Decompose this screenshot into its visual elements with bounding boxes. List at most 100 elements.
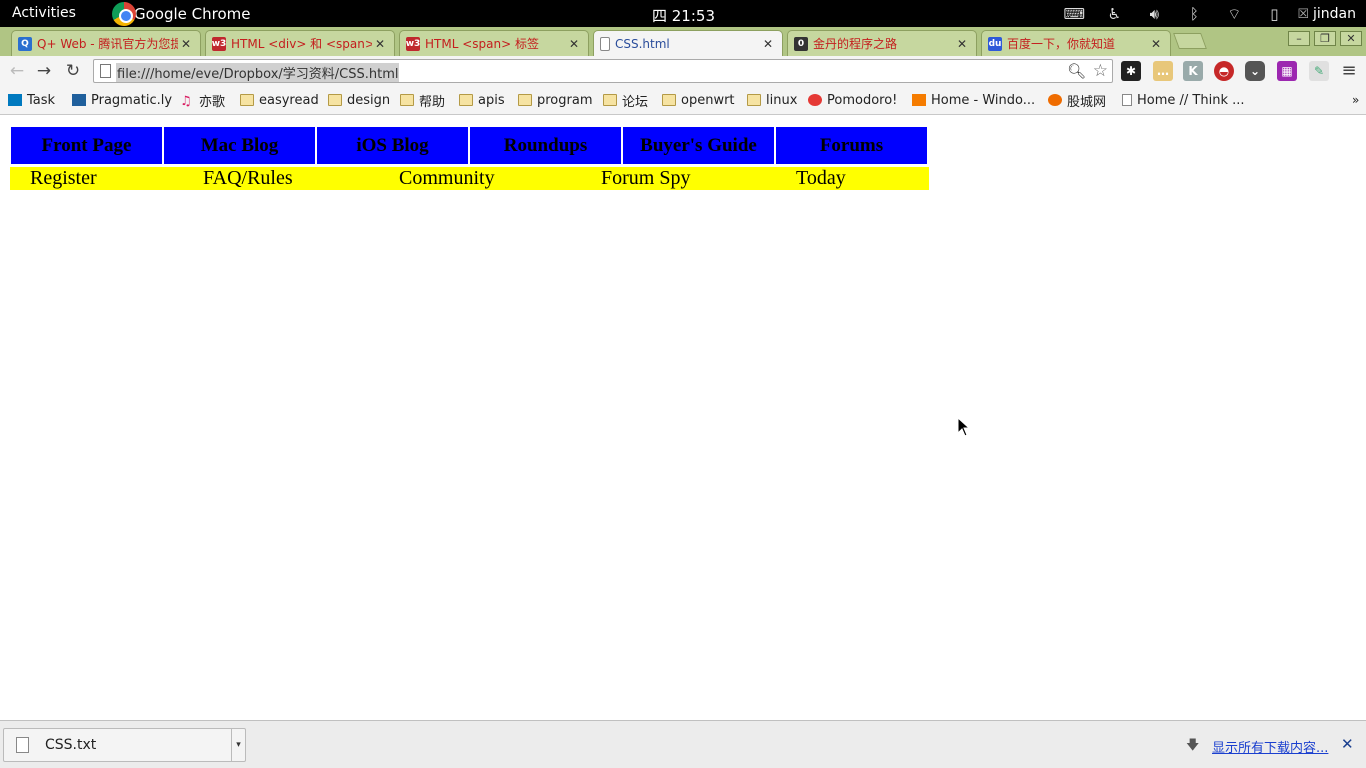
tab-title: 金丹的程序之路 — [813, 37, 898, 51]
folder-icon — [240, 94, 254, 106]
wifi-icon[interactable]: ⌔ — [1223, 4, 1245, 24]
tab-html-div-span[interactable]: w3 HTML <div> 和 <span> ✕ — [205, 30, 395, 56]
pragmatic-icon — [72, 94, 86, 106]
close-tab-icon[interactable]: ✕ — [954, 37, 970, 51]
nav-buyers-guide[interactable]: Buyer's Guide — [622, 126, 775, 165]
volume-icon[interactable]: 🔊︎ — [1143, 4, 1165, 24]
close-tab-icon[interactable]: ✕ — [760, 37, 776, 51]
nav-roundups[interactable]: Roundups — [469, 126, 622, 165]
url-text[interactable]: file:///home/eve/Dropbox/学习资料/CSS.html — [116, 63, 400, 82]
bookmark-label: linux — [766, 92, 798, 108]
close-tab-icon[interactable]: ✕ — [566, 37, 582, 51]
user-menu[interactable]: ☒ jindan — [1297, 6, 1356, 22]
keyboard-icon[interactable]: ⌨ — [1063, 4, 1086, 24]
extension-couch-icon[interactable]: ◓ — [1214, 61, 1234, 81]
bookmark-task[interactable]: Task — [8, 91, 55, 109]
bookmark-label: design — [347, 92, 391, 108]
extension-k-icon[interactable]: K — [1183, 61, 1203, 81]
bookmark-label: apis — [478, 92, 505, 108]
system-top-bar: Activities Google Chrome 四 21:53 ⌨ ♿ 🔊︎ … — [0, 0, 1366, 27]
bookmark-star-icon[interactable]: ☆ — [1093, 61, 1108, 81]
close-tab-icon[interactable]: ✕ — [178, 37, 194, 51]
subnav-forum-spy[interactable]: Forum Spy — [601, 167, 690, 190]
bookmark-gucheng[interactable]: 股城网 — [1048, 91, 1106, 110]
tab-strip: Q Q+ Web - 腾讯官方为您提供 ✕ w3 HTML <div> 和 <s… — [0, 27, 1366, 56]
folder-icon — [459, 94, 473, 106]
bookmark-label: 论坛 — [622, 94, 649, 110]
bookmark-folder-easyread[interactable]: easyread — [240, 91, 319, 109]
page-icon — [100, 64, 111, 78]
subnav-register[interactable]: Register — [30, 167, 97, 190]
nav-ios-blog[interactable]: iOS Blog — [316, 126, 469, 165]
close-window-button[interactable]: ✕ — [1340, 31, 1362, 46]
bookmark-folder-openwrt[interactable]: openwrt — [662, 91, 735, 109]
extension-asterisk-icon[interactable]: ✱ — [1121, 61, 1141, 81]
bookmark-folder-help[interactable]: 帮助 — [400, 91, 445, 110]
tab-html-span-tag[interactable]: w3 HTML <span> 标签 ✕ — [399, 30, 589, 56]
download-item[interactable]: CSS.txt ▾ — [3, 728, 246, 762]
address-bar[interactable]: file:///home/eve/Dropbox/学习资料/CSS.html 🔍… — [93, 59, 1113, 83]
new-tab-button[interactable] — [1173, 33, 1207, 49]
extension-note-icon[interactable]: … — [1153, 61, 1173, 81]
chrome-menu-icon[interactable]: ≡ — [1340, 61, 1358, 81]
tab-baidu[interactable]: du 百度一下，你就知道 ✕ — [981, 30, 1171, 56]
bookmark-folder-design[interactable]: design — [328, 91, 390, 109]
bookmark-pomodoro[interactable]: Pomodoro! — [808, 91, 897, 109]
subnav-community[interactable]: Community — [399, 167, 495, 190]
close-tab-icon[interactable]: ✕ — [1148, 37, 1164, 51]
bookmark-think[interactable]: Home // Think ... — [1122, 91, 1245, 109]
activities-button[interactable]: Activities — [12, 5, 76, 21]
show-all-downloads-link[interactable]: 显示所有下载内容... — [1212, 737, 1328, 756]
bookmark-folder-linux[interactable]: linux — [747, 91, 797, 109]
folder-icon — [400, 94, 414, 106]
extension-pocket-icon[interactable]: ⌄ — [1245, 61, 1265, 81]
nav-mac-blog[interactable]: Mac Blog — [163, 126, 316, 165]
subnav-today[interactable]: Today — [796, 167, 846, 190]
bookmark-pragmatic[interactable]: Pragmatic.ly — [72, 91, 172, 109]
extension-grid-icon[interactable]: ▦ — [1277, 61, 1297, 81]
bookmark-folder-program[interactable]: program — [518, 91, 593, 109]
bookmark-folder-apis[interactable]: apis — [459, 91, 505, 109]
tab-title: HTML <span> 标签 — [425, 37, 539, 51]
subnav-faq-rules[interactable]: FAQ/Rules — [203, 167, 293, 190]
tab-qq-web[interactable]: Q Q+ Web - 腾讯官方为您提供 ✕ — [11, 30, 201, 56]
bookmark-folder-forum[interactable]: 论坛 — [603, 91, 649, 110]
nav-forums[interactable]: Forums — [775, 126, 928, 165]
folder-icon — [662, 94, 676, 106]
minimize-button[interactable]: – — [1288, 31, 1310, 46]
tab-title: Q+ Web - 腾讯官方为您提供 — [37, 37, 178, 51]
chrome-logo-icon — [112, 2, 136, 26]
page-icon — [1122, 94, 1132, 106]
page-content: Front Page Mac Blog iOS Blog Roundups Bu… — [0, 116, 1366, 720]
bluetooth-icon[interactable]: ᛒ — [1183, 4, 1205, 24]
reload-button[interactable]: ↻ — [62, 60, 84, 82]
nav-front-page[interactable]: Front Page — [10, 126, 163, 165]
download-menu-chevron-icon[interactable]: ▾ — [231, 728, 245, 762]
user-status-icon: ☒ — [1297, 6, 1309, 22]
maximize-button[interactable]: ❐ — [1314, 31, 1336, 46]
bookmark-label: Pomodoro! — [827, 92, 898, 108]
extension-pen-icon[interactable]: ✎ — [1309, 61, 1329, 81]
bookmarks-bar: Task Pragmatic.ly ♫ 亦歌 easyread design 帮助… — [0, 86, 1366, 115]
trello-icon — [8, 94, 22, 106]
system-tray: ⌨ ♿ 🔊︎ ᛒ ⌔ ▯ ☒ jindan — [1045, 3, 1356, 25]
zoom-icon[interactable]: 🔍︎ — [1067, 62, 1086, 80]
swirl-icon — [1048, 94, 1062, 106]
bookmark-home-windows[interactable]: Home - Windo... — [912, 91, 1035, 109]
stack-icon — [912, 94, 926, 106]
close-shelf-icon[interactable]: ✕ — [1341, 735, 1354, 753]
close-tab-icon[interactable]: ✕ — [372, 37, 388, 51]
back-button[interactable]: ← — [6, 60, 28, 82]
tab-title: CSS.html — [615, 36, 670, 51]
clock[interactable]: 四 21:53 — [652, 5, 715, 26]
user-name: jindan — [1313, 6, 1356, 22]
bookmark-label: program — [537, 92, 593, 108]
bookmark-yige[interactable]: ♫ 亦歌 — [180, 91, 225, 110]
app-menu[interactable]: Google Chrome — [112, 2, 251, 26]
accessibility-icon[interactable]: ♿ — [1103, 4, 1125, 24]
battery-icon[interactable]: ▯ — [1263, 4, 1285, 24]
tab-jindan-blog[interactable]: 0 金丹的程序之路 ✕ — [787, 30, 977, 56]
forward-button[interactable]: → — [33, 60, 55, 82]
tab-css-html[interactable]: CSS.html ✕ — [593, 30, 783, 56]
more-bookmarks-button[interactable]: » — [1352, 91, 1359, 109]
